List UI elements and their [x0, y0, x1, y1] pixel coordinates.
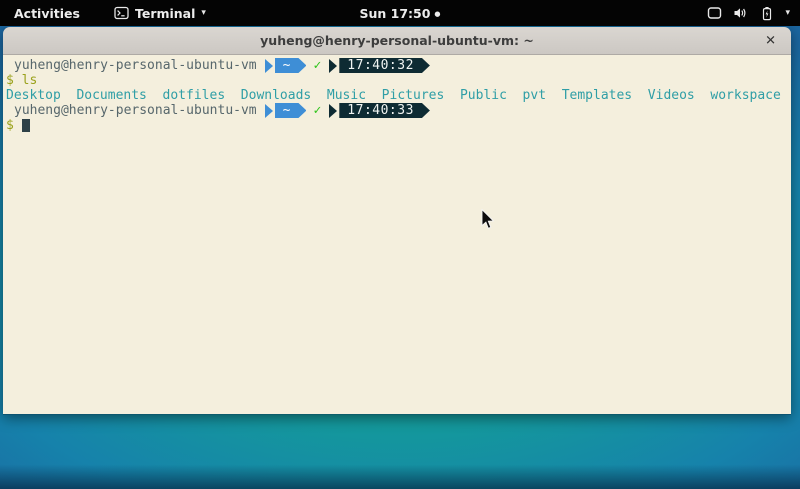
close-icon[interactable]: ✕ [765, 34, 776, 47]
prompt-cwd-segment: ~ [275, 103, 307, 118]
terminal-block-cursor [22, 119, 30, 132]
terminal-app-icon [114, 6, 129, 20]
ls-output: Desktop Documents dotfiles Downloads Mus… [6, 88, 791, 103]
prompt-dollar: $ [6, 73, 14, 88]
prompt-line-2: yuheng@henry-personal-ubuntu-vm ~ ✓ 17:4… [6, 103, 791, 118]
prompt-cwd-segment: ~ [275, 58, 307, 73]
terminal-window: yuheng@henry-personal-ubuntu-vm: ~ ✕ yuh… [3, 27, 791, 415]
terminal-screen[interactable]: yuheng@henry-personal-ubuntu-vm ~ ✓ 17:4… [3, 55, 791, 414]
prompt-dollar: $ [6, 118, 14, 133]
app-menu-label: Terminal [135, 6, 195, 21]
activities-button[interactable]: Activities [10, 6, 84, 21]
clock-button[interactable]: Sun 17:50 ● [359, 6, 440, 21]
gnome-top-bar: Activities Terminal ▾ Sun 17:50 ● [0, 0, 800, 26]
command-line: $ ls [6, 73, 791, 88]
notification-dot-icon: ● [434, 11, 440, 18]
volume-icon [733, 6, 749, 20]
powerline-arrow-icon [329, 104, 337, 118]
powerline-arrow-icon [265, 59, 273, 73]
check-icon: ✓ [313, 58, 321, 73]
powerline-arrow-icon [265, 104, 273, 118]
caret-down-icon: ▾ [785, 9, 790, 18]
window-titlebar[interactable]: yuheng@henry-personal-ubuntu-vm: ~ ✕ [3, 27, 791, 55]
prompt-time-segment: 17:40:32 [339, 58, 430, 73]
caret-down-icon: ▾ [201, 9, 206, 18]
powerline-arrow-icon [329, 59, 337, 73]
prompt-time-segment: 17:40:33 [339, 103, 430, 118]
command-spacer [14, 73, 22, 88]
system-status-area[interactable]: ▾ [707, 6, 790, 21]
display-icon [707, 6, 722, 20]
input-line: $ [6, 118, 791, 133]
clock-label: Sun 17:50 [359, 6, 430, 21]
command-text: ls [22, 73, 38, 88]
battery-charging-icon [760, 6, 774, 21]
check-icon: ✓ [313, 103, 321, 118]
app-menu-terminal[interactable]: Terminal ▾ [114, 6, 206, 21]
prompt-user-host: yuheng@henry-personal-ubuntu-vm [6, 103, 257, 118]
top-bar-left-group: Activities Terminal ▾ [0, 6, 206, 21]
prompt-user-host: yuheng@henry-personal-ubuntu-vm [6, 58, 257, 73]
window-title: yuheng@henry-personal-ubuntu-vm: ~ [260, 33, 534, 48]
prompt-line-1: yuheng@henry-personal-ubuntu-vm ~ ✓ 17:4… [6, 58, 791, 73]
